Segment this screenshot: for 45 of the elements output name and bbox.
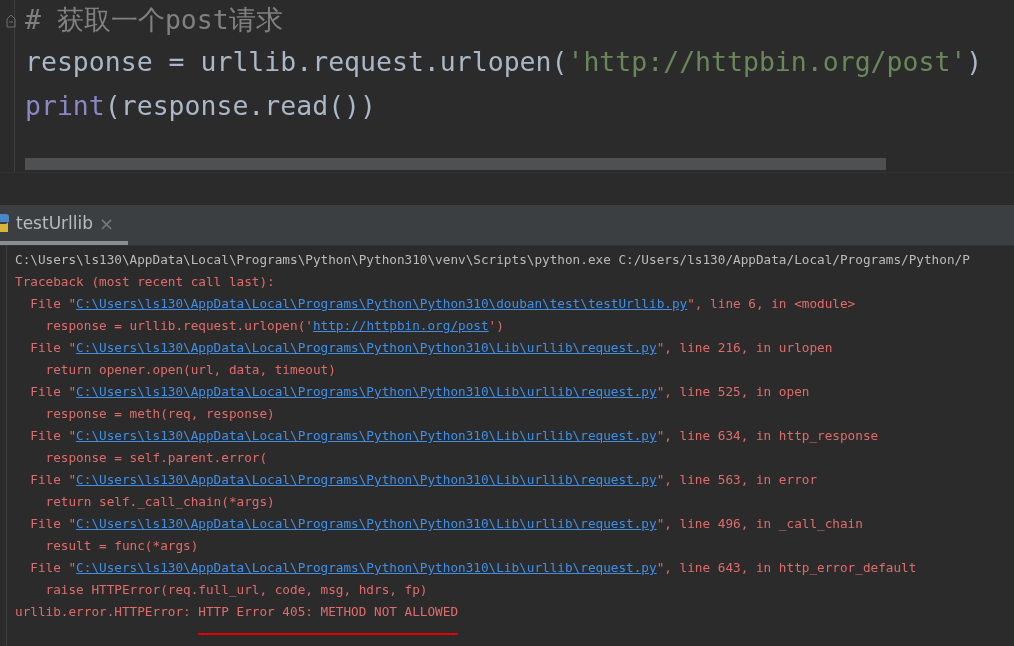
traceback-text: ", line 643, in http_error_default: [656, 560, 917, 575]
command-text: C:\Users\ls130\AppData\Local\Programs\Python\Python310\venv\Scripts\python.exe C:/Users/ls130/AppData/Local/Programs/Python/P: [15, 252, 970, 267]
traceback-text: return opener.open(url, data, timeout): [44, 362, 336, 377]
horizontal-scrollbar[interactable]: [25, 158, 886, 170]
traceback-text: File ": [29, 428, 77, 443]
file-link[interactable]: C:\Users\ls130\AppData\Local\Programs\Python\Python310\Lib\urllib\request.py: [76, 560, 657, 575]
file-link[interactable]: C:\Users\ls130\AppData\Local\Programs\Python\Python310\douban\test\testUrllib.py: [76, 296, 688, 311]
file-link[interactable]: C:\Users\ls130\AppData\Local\Programs\Python\Python310\Lib\urllib\request.py: [76, 428, 657, 443]
traceback-text: File ": [29, 516, 77, 531]
traceback-text: File ": [29, 296, 77, 311]
traceback-text: ", line 496, in _call_chain: [656, 516, 863, 531]
traceback-text: return self._call_chain(*args): [44, 494, 275, 509]
traceback-text: ", line 216, in urlopen: [656, 340, 833, 355]
file-link[interactable]: http://httpbin.org/post: [312, 318, 489, 333]
traceback-text: '): [488, 318, 504, 333]
traceback-text: File ": [29, 472, 77, 487]
traceback-text: HTTP Error 405: METHOD NOT ALLOWED: [198, 601, 459, 635]
code-comment: # 获取一个post请求: [25, 4, 283, 35]
fold-icon[interactable]: [6, 14, 16, 28]
traceback-text: response = meth(req, response): [44, 406, 275, 421]
traceback-text: raise HTTPError(req.full_url, code, msg, hdrs, fp): [44, 582, 428, 597]
traceback-text: ", line 6, in <module>: [687, 296, 856, 311]
code-token: response = urllib.request.urlopen(: [25, 46, 568, 77]
traceback-text: result = func(*args): [44, 538, 199, 553]
traceback-text: File ": [29, 560, 77, 575]
code-token: print: [25, 90, 105, 121]
traceback-text: urllib.error.HTTPError:: [15, 604, 192, 619]
python-icon: [0, 212, 10, 234]
traceback-text: File ": [29, 340, 77, 355]
code-token: (response.read()): [104, 90, 376, 121]
traceback-text: Traceback (most recent call last):: [15, 274, 275, 289]
tab-label: testUrllib: [16, 213, 94, 233]
code-token: 'http://httpbin.org/post': [567, 46, 967, 77]
traceback-text: ", line 563, in error: [656, 472, 818, 487]
traceback-text: response = self.parent.error(: [44, 450, 268, 465]
file-link[interactable]: C:\Users\ls130\AppData\Local\Programs\Python\Python310\Lib\urllib\request.py: [76, 384, 657, 399]
traceback-text: ", line 525, in open: [656, 384, 810, 399]
close-icon[interactable]: ×: [99, 212, 115, 234]
code-token: ): [966, 46, 983, 77]
file-link[interactable]: C:\Users\ls130\AppData\Local\Programs\Python\Python310\Lib\urllib\request.py: [76, 516, 657, 531]
traceback-text: File ": [29, 384, 77, 399]
file-link[interactable]: C:\Users\ls130\AppData\Local\Programs\Python\Python310\Lib\urllib\request.py: [76, 340, 657, 355]
file-link[interactable]: C:\Users\ls130\AppData\Local\Programs\Python\Python310\Lib\urllib\request.py: [76, 472, 657, 487]
traceback-text: response = urllib.request.urlopen(': [44, 318, 313, 333]
traceback-text: ", line 634, in http_response: [656, 428, 879, 443]
